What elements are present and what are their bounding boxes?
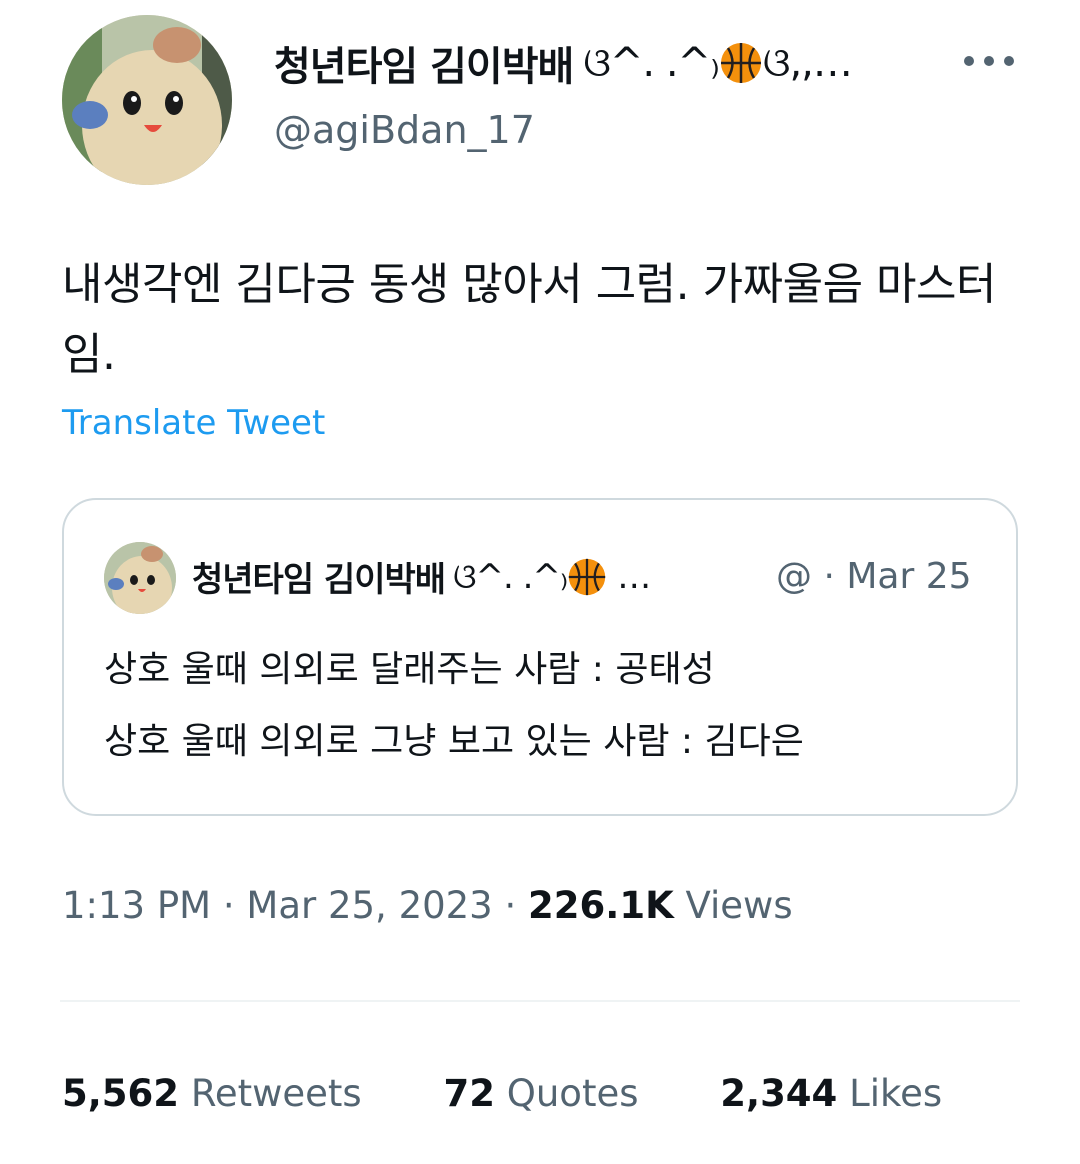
quoted-author-name: 청년타임 김이박배 ଓ^. .^₎ … <box>192 552 651 601</box>
author-name-end: ଓ,,… <box>762 40 853 86</box>
quoted-tweet-meta: @ · Mar 25 <box>776 556 972 597</box>
tweet-stats: 5,562 Retweets 72 Quotes 2,344 Likes <box>62 1072 1012 1115</box>
quoted-handle: @ <box>776 556 812 597</box>
quoted-name-text: 청년타임 김이박배 <box>192 560 446 600</box>
quotes-stat[interactable]: 72 Quotes <box>443 1072 638 1115</box>
tweet-date[interactable]: Mar 25, 2023 <box>246 884 492 927</box>
author-avatar[interactable] <box>62 15 232 185</box>
translate-tweet-link[interactable]: Translate Tweet <box>62 403 325 443</box>
basketball-icon <box>720 43 761 83</box>
quoted-tweet-line-1: 상호 울때 의외로 달래주는 사람 : 공태성 <box>104 649 715 690</box>
tweet-time[interactable]: 1:13 PM <box>62 884 211 927</box>
divider <box>60 1000 1020 1002</box>
more-horizontal-icon <box>964 56 974 66</box>
retweets-stat[interactable]: 5,562 Retweets <box>62 1072 362 1115</box>
quoted-tweet-line-2: 상호 울때 의외로 그냥 보고 있는 사람 : 김다은 <box>104 721 804 762</box>
quoted-name-emoticon: ଓ^. .^₎ <box>453 556 568 597</box>
author-name-text: 청년타임 김이박배 <box>274 44 574 90</box>
quoted-date: Mar 25 <box>846 556 972 597</box>
more-options-button[interactable] <box>958 45 1020 77</box>
basketball-icon <box>569 558 606 595</box>
quoted-separator: · <box>823 556 835 597</box>
views-label: Views <box>685 884 793 927</box>
tweet-text: 내생각엔 김다긍 동생 많아서 그럼. 가짜울음 마스터임. <box>62 259 996 380</box>
author-display-name[interactable]: 청년타임 김이박배 ଓ^. .^₎ ଓ,,… <box>274 34 853 92</box>
quoted-author-avatar <box>104 542 176 614</box>
likes-stat[interactable]: 2,344 Likes <box>720 1072 942 1115</box>
views-count: 226.1K <box>528 884 674 927</box>
quoted-name-ellipsis: … <box>617 556 651 597</box>
author-name-emoticon: ଓ^. .^₎ <box>583 40 720 86</box>
author-handle[interactable]: @agiBdan_17 <box>274 108 535 152</box>
tweet-timestamp: 1:13 PM · Mar 25, 2023 · 226.1K Views <box>62 884 793 927</box>
